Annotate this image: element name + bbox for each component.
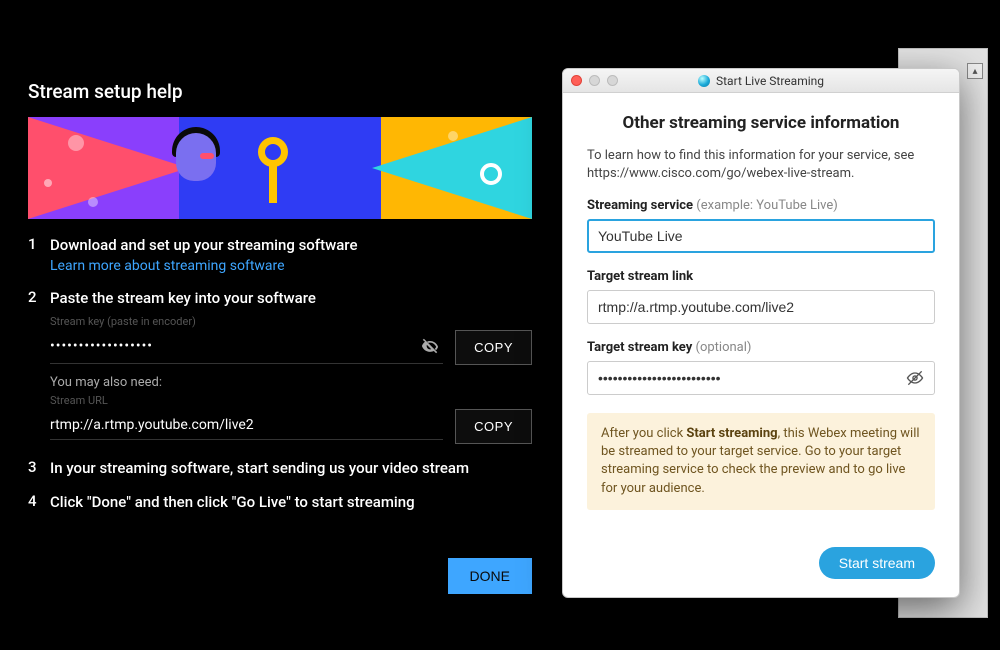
step-1: Download and set up your streaming softw… (28, 235, 532, 274)
window-titlebar[interactable]: Start Live Streaming (563, 69, 959, 93)
stream-key-value: •••••••••••••••••• (50, 338, 153, 354)
step-3-title: In your streaming software, start sendin… (50, 458, 532, 478)
visibility-off-icon[interactable] (419, 335, 441, 357)
close-icon[interactable] (571, 75, 582, 86)
chevron-up-icon[interactable]: ▴ (967, 63, 983, 79)
stream-setup-panel: Stream setup help Download and set up yo… (0, 0, 560, 650)
copy-stream-url-button[interactable]: COPY (455, 409, 532, 444)
visibility-off-icon[interactable] (905, 368, 925, 388)
page-title: Stream setup help (28, 80, 532, 103)
streaming-service-input[interactable] (587, 219, 935, 253)
target-stream-key-input[interactable] (587, 361, 935, 395)
dialog-lede: To learn how to find this information fo… (587, 147, 935, 182)
minimize-icon[interactable] (589, 75, 600, 86)
target-stream-link-input[interactable] (587, 290, 935, 324)
step-3: In your streaming software, start sendin… (28, 458, 532, 478)
stream-url-label: Stream URL (50, 394, 532, 407)
globe-icon (698, 75, 710, 87)
stream-url-field[interactable]: rtmp://a.rtmp.youtube.com/live2 (50, 413, 443, 440)
step-1-title: Download and set up your streaming softw… (50, 235, 532, 255)
webex-start-streaming-window: Start Live Streaming Other streaming ser… (562, 68, 960, 598)
target-key-label: Target stream key (optional) (587, 340, 935, 355)
stream-url-value: rtmp://a.rtmp.youtube.com/live2 (50, 417, 254, 433)
window-title: Start Live Streaming (716, 74, 824, 88)
service-label: Streaming service (example: YouTube Live… (587, 198, 935, 213)
learn-more-link[interactable]: Learn more about streaming software (50, 258, 285, 274)
stream-key-label: Stream key (paste in encoder) (50, 315, 532, 328)
zoom-icon[interactable] (607, 75, 618, 86)
dialog-heading: Other streaming service information (587, 113, 935, 133)
copy-stream-key-button[interactable]: COPY (455, 330, 532, 365)
start-stream-button[interactable]: Start stream (819, 547, 935, 579)
target-link-label: Target stream link (587, 269, 935, 284)
hero-illustration (28, 117, 532, 219)
also-need-label: You may also need: (50, 375, 532, 390)
step-4: Click "Done" and then click "Go Live" to… (28, 492, 532, 512)
stream-key-field[interactable]: •••••••••••••••••• (50, 331, 443, 364)
step-4-title: Click "Done" and then click "Go Live" to… (50, 492, 532, 512)
start-streaming-notice: After you click Start streaming, this We… (587, 413, 935, 510)
step-2: Paste the stream key into your software … (28, 288, 532, 443)
step-2-title: Paste the stream key into your software (50, 288, 532, 308)
done-button[interactable]: DONE (448, 558, 532, 594)
